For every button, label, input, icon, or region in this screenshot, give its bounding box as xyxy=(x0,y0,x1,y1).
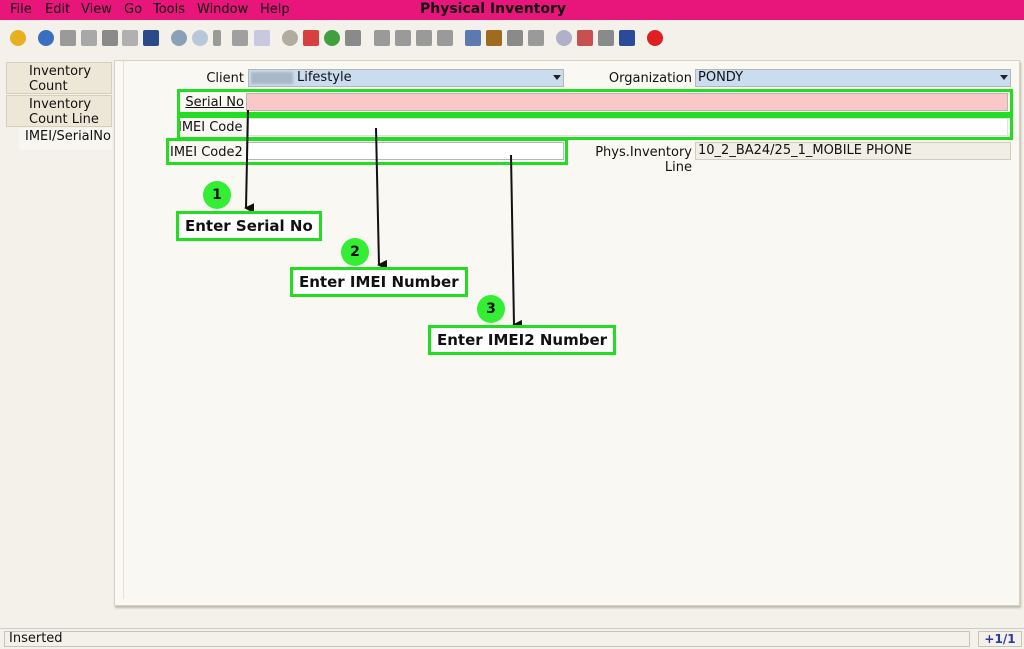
annotation-arrows xyxy=(244,109,523,330)
step-3-badge: 3 xyxy=(477,295,505,323)
step-3-callout: Enter IMEI2 Number xyxy=(428,325,617,355)
step-2-callout: Enter IMEI Number xyxy=(290,267,468,297)
step-1-callout: Enter Serial No xyxy=(176,211,322,241)
record-indicator[interactable]: +1/1 xyxy=(978,631,1022,647)
status-bar: Inserted +1/1 xyxy=(0,628,1024,649)
step-1-badge: 1 xyxy=(203,181,231,209)
step-2-badge: 2 xyxy=(341,238,369,266)
status-text: Inserted xyxy=(4,631,970,647)
arrow-1 xyxy=(244,109,255,214)
arrow-3 xyxy=(510,154,523,330)
arrow-2 xyxy=(375,127,388,270)
